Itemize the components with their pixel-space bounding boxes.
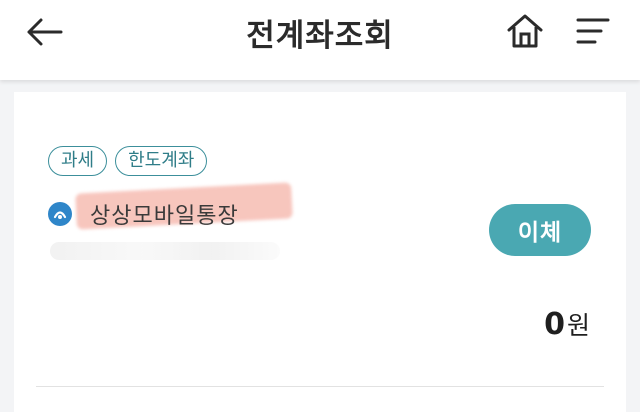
balance-unit: 원 — [566, 311, 590, 340]
tag-taxable: 과세 — [48, 146, 108, 176]
card-divider — [36, 386, 604, 387]
account-name-wrapper: 상상모바일통장 — [75, 182, 293, 232]
hamburger-menu-icon — [576, 18, 610, 44]
bank-logo-icon — [48, 202, 72, 226]
header-gap — [0, 80, 640, 92]
account-card[interactable]: 과세 한도계좌 상상모바일통장 이체 0 원 — [14, 92, 626, 412]
balance-amount: 0 — [544, 307, 565, 342]
home-icon — [507, 14, 543, 48]
account-number-masked — [50, 242, 280, 260]
menu-button[interactable] — [572, 12, 614, 50]
tag-limit-account: 한도계좌 — [115, 146, 208, 176]
account-tags: 과세 한도계좌 — [48, 146, 208, 176]
home-button[interactable] — [503, 10, 547, 52]
account-name: 상상모바일통장 — [90, 204, 239, 229]
transfer-button[interactable]: 이체 — [489, 204, 591, 256]
account-name-row: 상상모바일통장 — [48, 182, 293, 232]
app-header: 전계좌조회 — [0, 0, 640, 80]
account-balance: 0 원 — [544, 306, 590, 342]
